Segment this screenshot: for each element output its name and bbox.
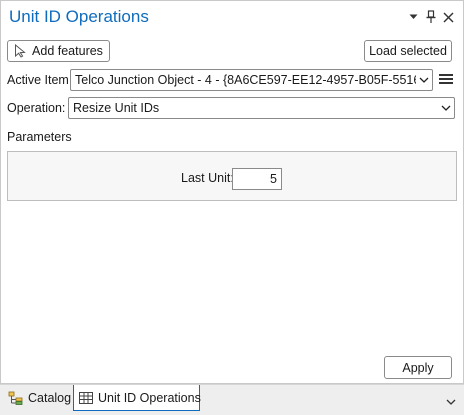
chevron-down-icon bbox=[438, 98, 454, 118]
apply-button[interactable]: Apply bbox=[384, 356, 452, 379]
close-icon[interactable] bbox=[440, 8, 456, 26]
last-unit-input[interactable] bbox=[232, 168, 282, 190]
operation-label: Operation: bbox=[7, 101, 66, 115]
unit-id-operations-pane: Unit ID Operations Add features Load sel… bbox=[0, 0, 464, 384]
pin-icon[interactable] bbox=[423, 8, 439, 26]
operation-value: Resize Unit IDs bbox=[73, 101, 160, 115]
pane-titlebar: Unit ID Operations bbox=[1, 1, 463, 33]
apply-label: Apply bbox=[402, 360, 434, 375]
tab-unit-id-operations[interactable]: Unit ID Operations bbox=[73, 385, 201, 411]
tab-catalog[interactable]: Catalog bbox=[4, 385, 72, 411]
pane-tab-bar: Catalog Unit ID Operations bbox=[0, 384, 464, 415]
tab-unit-id-operations-label: Unit ID Operations bbox=[98, 390, 201, 405]
load-selected-button[interactable]: Load selected bbox=[364, 40, 452, 62]
hamburger-menu-icon[interactable] bbox=[439, 72, 453, 89]
active-item-select[interactable]: Telco Junction Object - 4 - {8A6CE597-EE… bbox=[70, 69, 433, 91]
add-features-label: Add features bbox=[32, 44, 103, 58]
load-selected-label: Load selected bbox=[369, 44, 447, 58]
tab-catalog-label: Catalog bbox=[28, 391, 72, 405]
pane-title: Unit ID Operations bbox=[9, 7, 149, 26]
parameters-heading: Parameters bbox=[7, 130, 72, 144]
chevron-down-icon[interactable] bbox=[405, 8, 421, 26]
chevron-down-icon[interactable] bbox=[446, 394, 456, 408]
active-item-label: Active Item: bbox=[7, 73, 73, 87]
add-features-button[interactable]: Add features bbox=[7, 40, 110, 62]
cursor-arrow-icon bbox=[14, 44, 26, 58]
active-item-value: Telco Junction Object - 4 - {8A6CE597-EE… bbox=[75, 73, 416, 87]
chevron-down-icon bbox=[416, 70, 432, 90]
table-icon bbox=[78, 390, 94, 406]
last-unit-label: Last Unit: bbox=[181, 171, 234, 185]
catalog-icon bbox=[8, 390, 24, 406]
operation-select[interactable]: Resize Unit IDs bbox=[68, 97, 455, 119]
